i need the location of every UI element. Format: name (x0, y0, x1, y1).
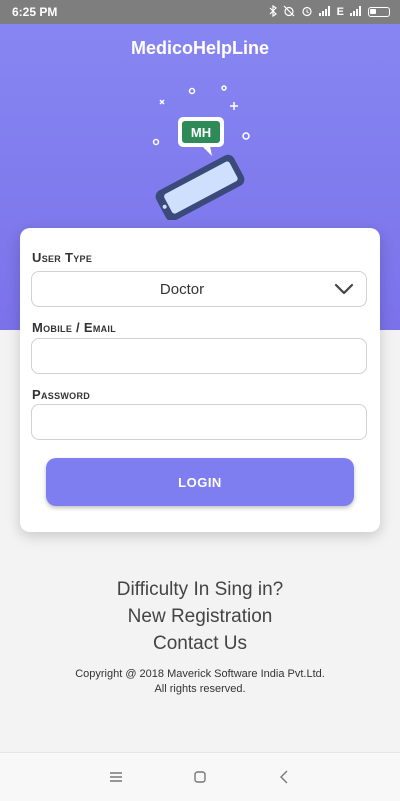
help-links: Difficulty In Sing in? New Registration … (0, 576, 400, 657)
home-icon[interactable] (191, 768, 209, 786)
battery-icon (368, 7, 390, 17)
mobile-email-label: Mobile / Email (32, 320, 117, 335)
password-label: Password (32, 387, 91, 402)
bluetooth-icon (269, 4, 277, 20)
status-time: 6:25 PM (12, 5, 58, 19)
copyright-line: Copyright @ 2018 Maverick Software India… (75, 668, 325, 680)
alarm-off-icon (283, 5, 295, 20)
phone-icon (155, 154, 245, 220)
copyright-text: Copyright @ 2018 Maverick Software India… (0, 667, 400, 697)
chat-bubble-icon: MH (178, 117, 224, 156)
signal-icon (350, 5, 362, 19)
chevron-down-icon (334, 282, 354, 301)
rights-line: All rights reserved. (154, 683, 246, 695)
signal-icon (318, 5, 331, 19)
status-icons: E (269, 4, 390, 20)
back-icon[interactable] (275, 768, 293, 786)
network-type-label: E (336, 6, 344, 18)
user-type-select[interactable]: Doctor (31, 271, 367, 307)
alarm-icon (301, 5, 313, 20)
app-title: MedicoHelpLine (130, 38, 269, 58)
password-input[interactable] (31, 404, 367, 440)
navigation-bar (0, 752, 400, 801)
new-registration-link[interactable]: New Registration (0, 603, 400, 630)
mobile-email-input[interactable] (31, 338, 367, 374)
app-logo-illustration: MH (152, 85, 250, 220)
status-bar: 6:25 PM E (0, 0, 400, 24)
user-type-value: Doctor (159, 281, 205, 298)
difficulty-signin-link[interactable]: Difficulty In Sing in? (0, 576, 400, 603)
user-type-label: User Type (32, 250, 93, 265)
logo-text: MH (191, 125, 211, 140)
menu-icon[interactable] (107, 768, 125, 786)
login-card: User Type Doctor Mobile / Email Password… (20, 228, 380, 532)
contact-us-link[interactable]: Contact Us (0, 630, 400, 657)
login-button[interactable]: LOGIN (46, 458, 354, 506)
